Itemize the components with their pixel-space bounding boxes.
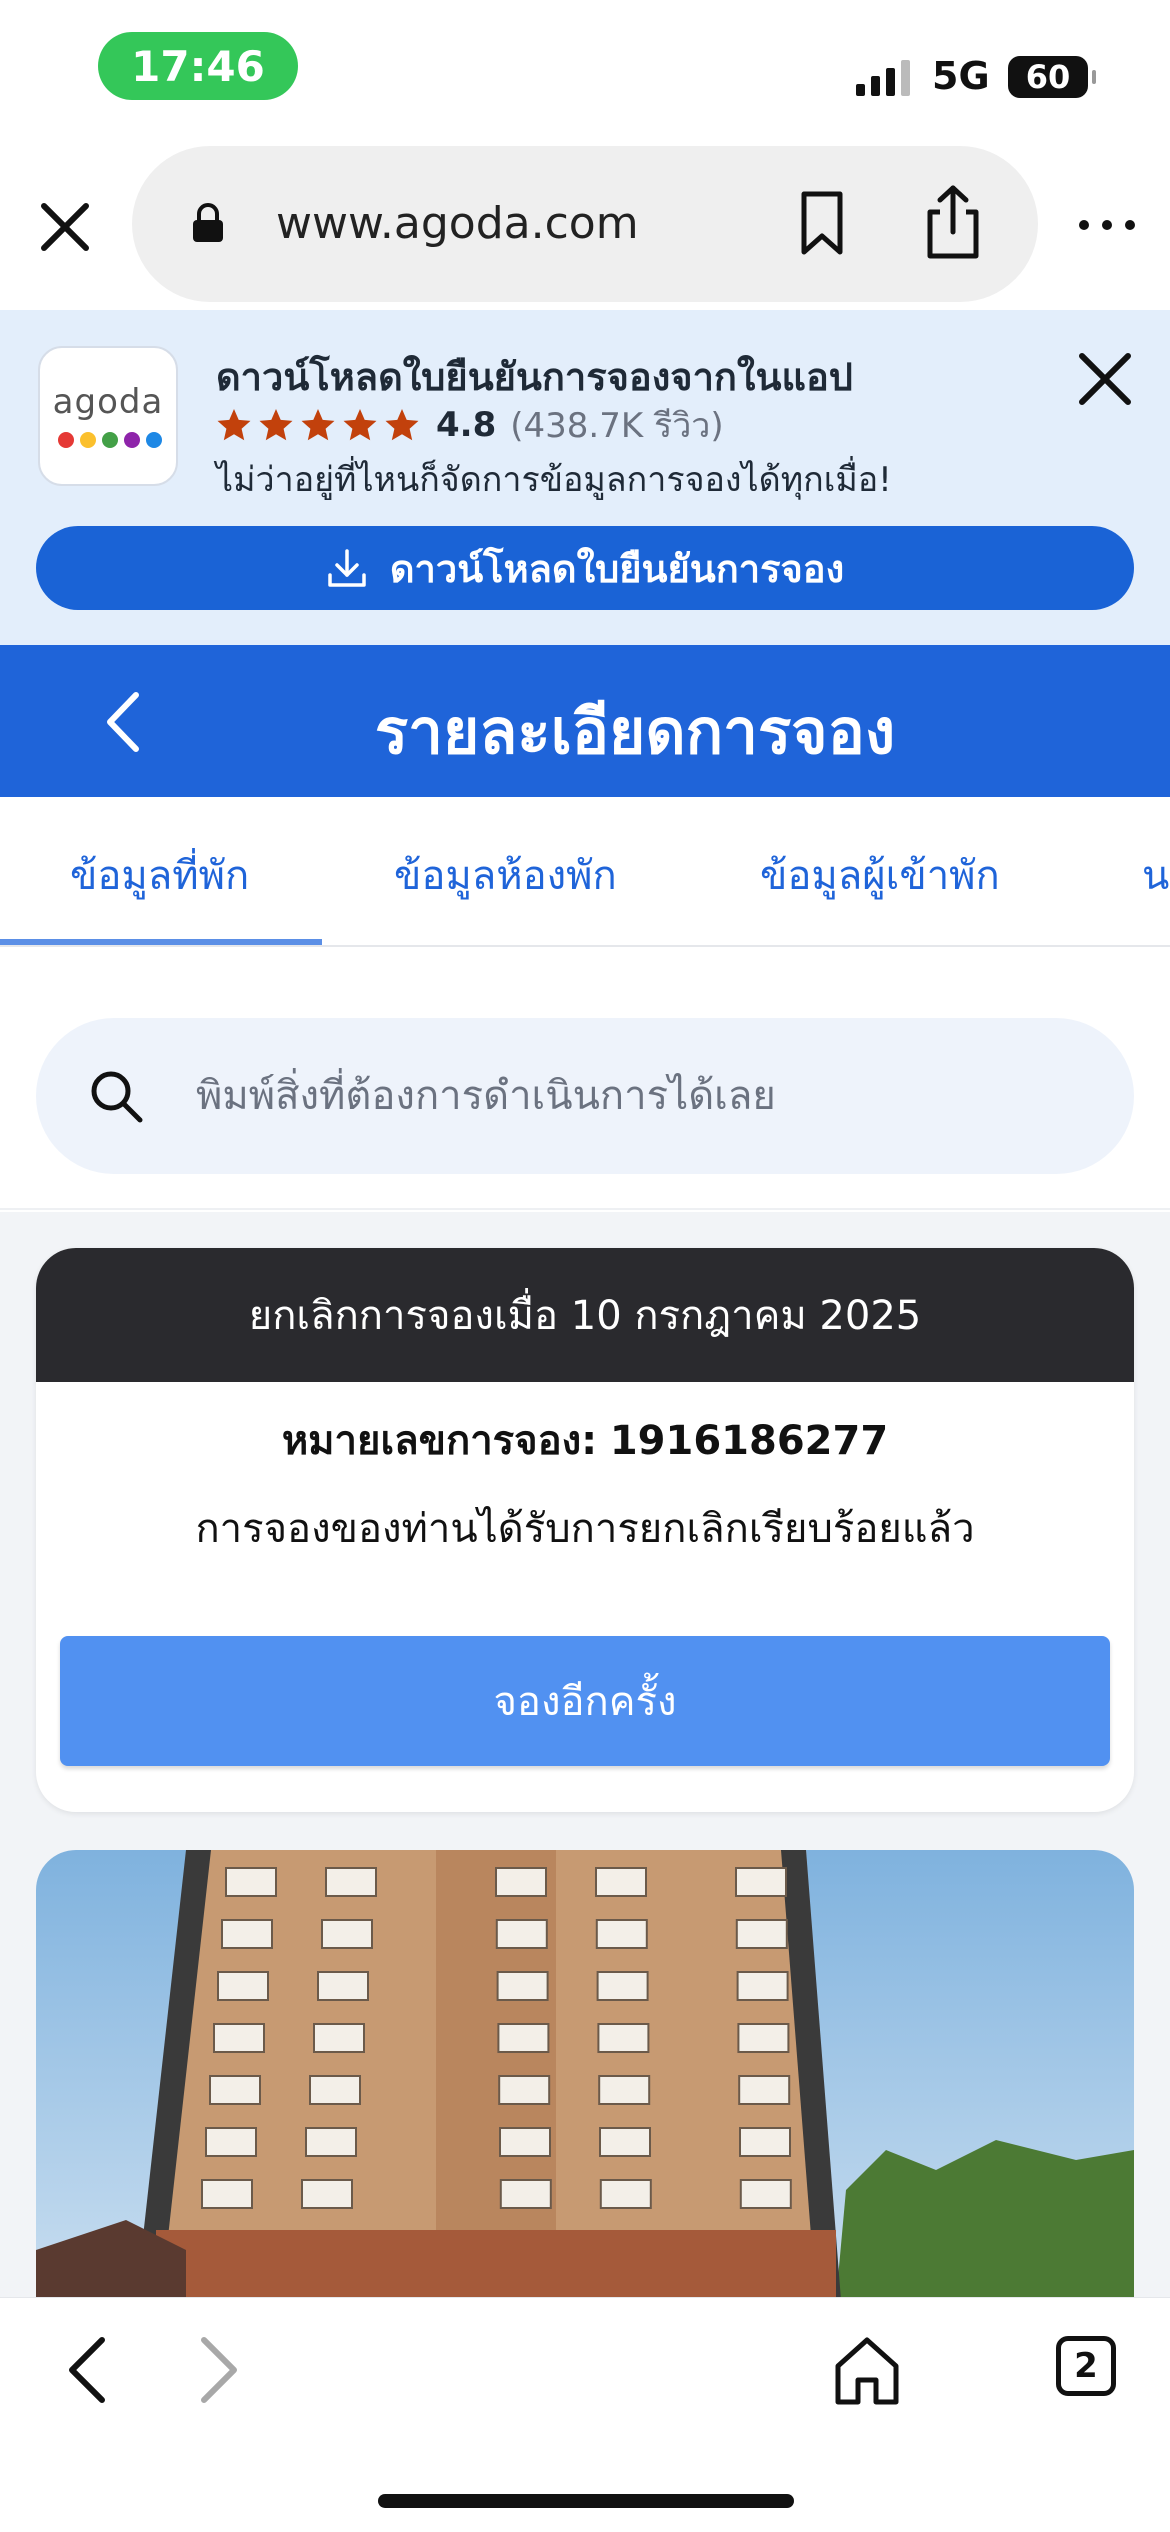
cancellation-message: การจองของท่านได้รับการยกเลิกเรียบร้อยแล้… <box>195 1506 975 1552</box>
status-bar: 17:46 5G 60 <box>0 0 1170 140</box>
logo-dots <box>58 432 162 448</box>
building-window <box>598 2075 651 2105</box>
download-icon <box>328 549 366 587</box>
search-input[interactable] <box>196 1018 1096 1174</box>
building-window <box>213 2023 265 2053</box>
download-button-label: ดาวน์โหลดใบยืนยันการจอง <box>389 546 845 591</box>
hotel-building-image <box>36 1850 1134 2300</box>
forward-icon[interactable] <box>188 2330 248 2410</box>
booking-number-line: หมายเลขการจอง: 1916186277 <box>36 1408 1134 1472</box>
building-window <box>209 2075 261 2105</box>
logo-dot <box>102 432 118 448</box>
tab-guest-info[interactable]: ข้อมูลผู้เข้าพัก <box>760 843 1000 907</box>
home-indicator <box>378 2494 794 2508</box>
search-icon <box>91 1071 143 1123</box>
star-icon <box>259 409 293 441</box>
building-window <box>321 1919 373 1949</box>
cancellation-header: ยกเลิกการจองเมื่อ 10 กรกฎาคม 2025 <box>36 1248 1134 1382</box>
building-window <box>496 1971 549 2001</box>
rating-value: 4.8 <box>436 405 497 445</box>
banner-subtitle: ไม่ว่าอยู่ที่ไหนก็จัดการข้อมูลการจองได้ท… <box>216 460 892 500</box>
active-tab-indicator <box>0 939 322 945</box>
lock-icon <box>193 203 223 242</box>
hotel-photo[interactable] <box>36 1850 1134 2300</box>
building-window <box>597 2023 650 2053</box>
search-box[interactable] <box>36 1018 1134 1174</box>
tab-more[interactable]: น <box>1142 843 1169 907</box>
battery-icon: 60 <box>1008 56 1096 98</box>
back-icon[interactable] <box>58 2330 118 2410</box>
agoda-logo: agoda <box>38 346 178 486</box>
rating-stars <box>216 407 420 443</box>
rating-row: 4.8 (438.7K รีวิว) <box>216 402 724 448</box>
building-window <box>205 2127 257 2157</box>
building-window <box>497 2023 550 2053</box>
page-header: รายละเอียดการจอง <box>0 645 1170 797</box>
logo-dot <box>146 432 162 448</box>
tab-property-info[interactable]: ข้อมูลที่พัก <box>70 843 249 907</box>
building-window <box>735 1867 787 1897</box>
browser-toolbar: 2 <box>0 2297 1170 2532</box>
building-window <box>739 2179 792 2209</box>
home-icon[interactable] <box>832 2332 902 2408</box>
building-window <box>739 2127 791 2157</box>
rating-count: (438.7K รีวิว) <box>510 406 724 446</box>
building-window <box>738 2075 791 2105</box>
building-window <box>217 1971 269 2001</box>
building-window <box>498 2075 551 2105</box>
building-window <box>736 1971 789 2001</box>
building-window <box>595 1919 648 1949</box>
section-tabs: ข้อมูลที่พัก ข้อมูลห้องพัก ข้อมูลผู้เข้า… <box>0 797 1170 947</box>
search-section <box>0 980 1170 1210</box>
logo-dot <box>58 432 74 448</box>
star-icon <box>301 409 335 441</box>
building-window <box>499 2179 552 2209</box>
status-time: 17:46 <box>98 32 298 100</box>
tab-room-info[interactable]: ข้อมูลห้องพัก <box>394 843 617 907</box>
building-window <box>499 2127 551 2157</box>
tabs-icon[interactable]: 2 <box>1056 2336 1116 2396</box>
booking-number: 1916186277 <box>609 1418 889 1464</box>
building-window <box>305 2127 357 2157</box>
building-window <box>317 1971 369 2001</box>
building-window <box>599 2127 651 2157</box>
close-icon[interactable] <box>30 192 100 262</box>
download-confirmation-button[interactable]: ดาวน์โหลดใบยืนยันการจอง <box>36 526 1134 610</box>
building-window <box>599 2179 652 2209</box>
logo-text: agoda <box>52 382 164 422</box>
url-text: www.agoda.com <box>276 198 639 249</box>
building-window <box>301 2179 353 2209</box>
browser-bar: www.agoda.com <box>0 140 1170 310</box>
logo-dot <box>124 432 140 448</box>
app-download-banner: agoda ดาวน์โหลดใบยืนยันการจองจากในแอป 4.… <box>0 310 1170 645</box>
more-icon[interactable] <box>1072 210 1142 240</box>
building-window <box>495 1867 547 1897</box>
building-window <box>313 2023 365 2053</box>
building-window <box>201 2179 253 2209</box>
building-window <box>735 1919 788 1949</box>
star-icon <box>343 409 377 441</box>
building-window <box>225 1867 277 1897</box>
banner-close-icon[interactable] <box>1072 346 1138 412</box>
star-icon <box>385 409 419 441</box>
cancellation-card: ยกเลิกการจองเมื่อ 10 กรกฎาคม 2025 หมายเล… <box>36 1248 1134 1812</box>
building-window <box>596 1971 649 2001</box>
building-window <box>325 1867 377 1897</box>
building-window <box>737 2023 790 2053</box>
share-icon[interactable] <box>918 182 988 262</box>
building-window <box>309 2075 361 2105</box>
booking-number-label: หมายเลขการจอง: <box>281 1418 598 1464</box>
logo-dot <box>80 432 96 448</box>
rebook-button[interactable]: จองอีกครั้ง <box>60 1636 1110 1766</box>
page-title: รายละเอียดการจอง <box>374 695 896 768</box>
address-bar[interactable]: www.agoda.com <box>132 146 1038 302</box>
star-icon <box>217 409 251 441</box>
signal-icon <box>856 60 910 96</box>
bookmark-icon[interactable] <box>792 188 852 258</box>
network-label: 5G <box>932 54 990 98</box>
building-window <box>495 1919 548 1949</box>
building-window <box>221 1919 273 1949</box>
building-window <box>595 1867 647 1897</box>
